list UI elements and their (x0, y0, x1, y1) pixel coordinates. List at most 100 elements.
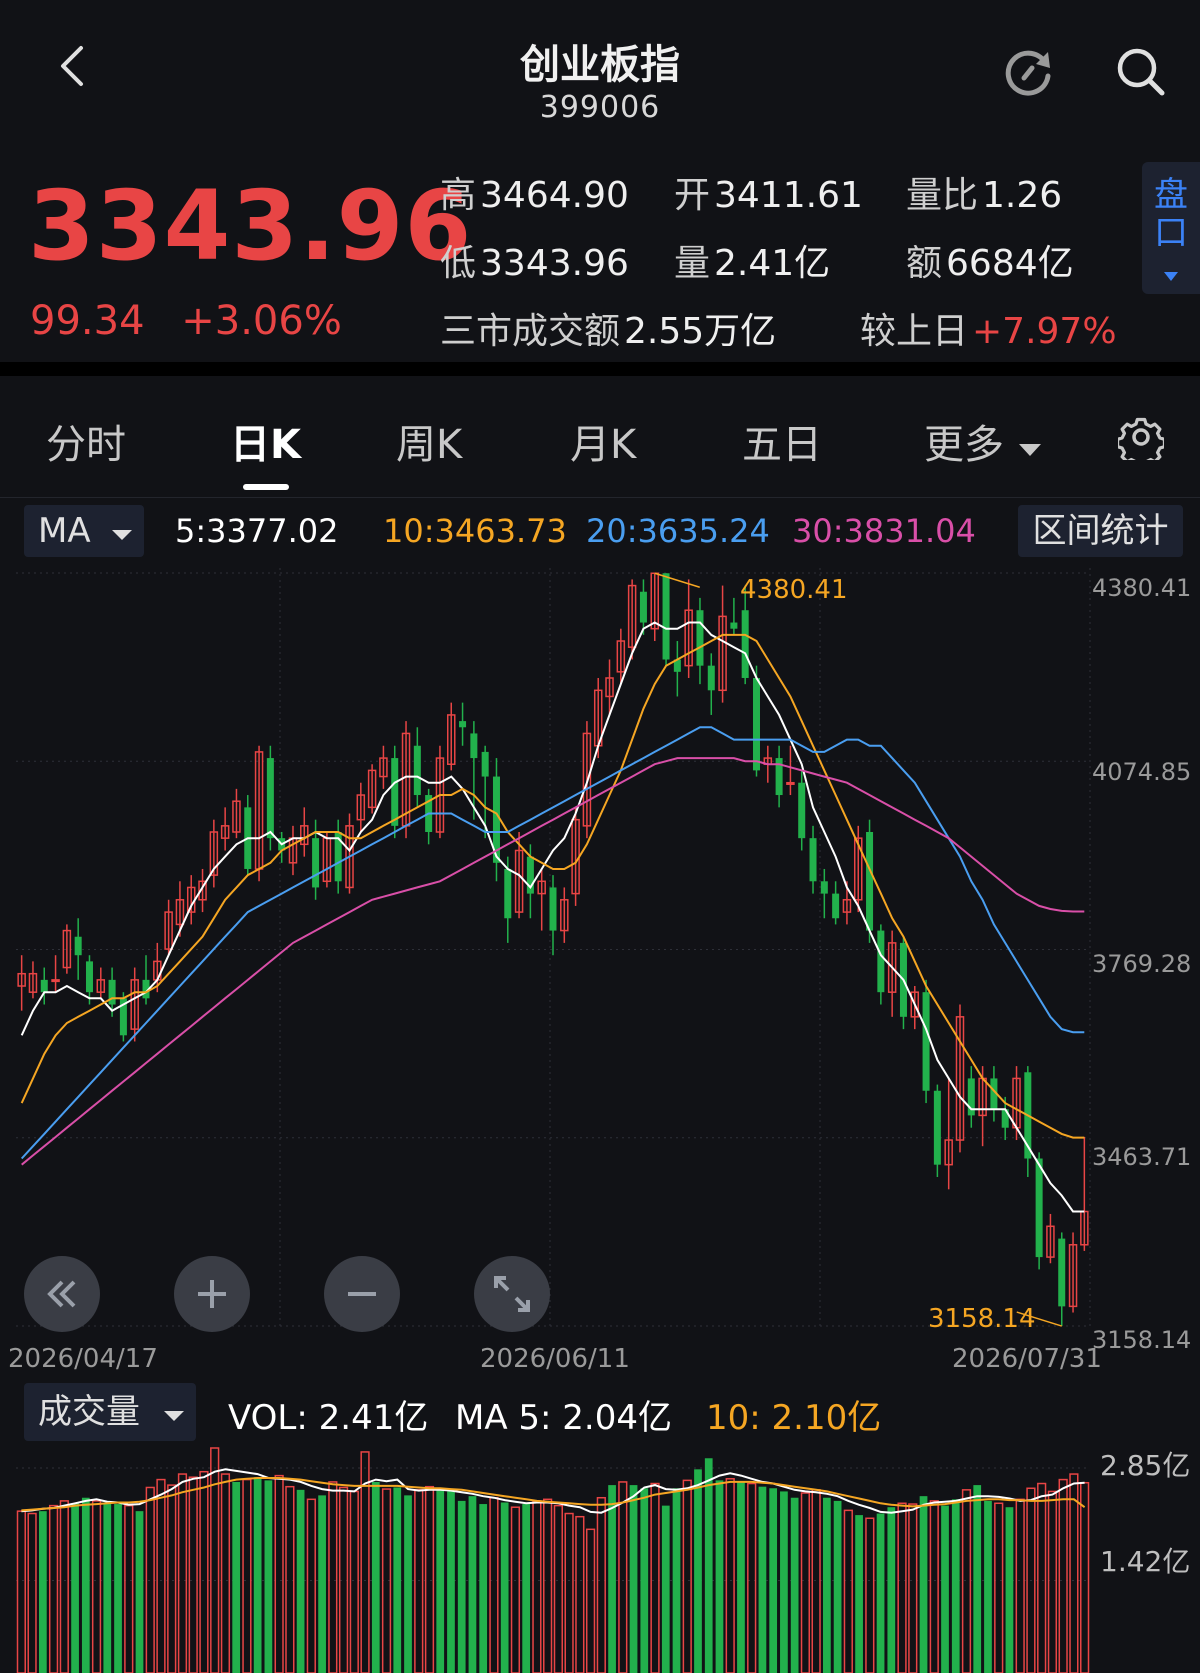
volume-bar (71, 1503, 79, 1673)
candle (786, 781, 795, 785)
volume-bar (424, 1485, 435, 1673)
stat-label: 高 (440, 175, 477, 216)
stat-value: 2.41亿 (714, 243, 831, 284)
volume-bar (608, 1485, 616, 1673)
tab-daily-k[interactable]: 日K (230, 412, 301, 470)
pankou-button[interactable]: 盘口 (1142, 162, 1200, 294)
volume-bar (522, 1504, 531, 1673)
price-change: 99.34 +3.06% (30, 298, 366, 344)
candle (832, 893, 840, 919)
volume-bar (1047, 1490, 1058, 1673)
high-annotation: 4380.41 (740, 575, 848, 605)
volume-bar (585, 1528, 596, 1673)
volume-bar (725, 1478, 735, 1673)
volume-bar (984, 1500, 992, 1673)
x-tick-label: 2026/07/31 (952, 1344, 1102, 1374)
stat-label: 量比 (906, 175, 979, 216)
volume-bar (747, 1482, 757, 1673)
volume-bar (328, 1481, 338, 1673)
candle (730, 622, 738, 629)
volume-bar (640, 1488, 649, 1673)
tab-more[interactable]: 更多 (924, 412, 1043, 470)
refresh-icon[interactable] (1002, 44, 1058, 100)
volume-bar (349, 1490, 359, 1673)
ma-indicator-button[interactable]: MA (24, 505, 144, 557)
ma20-value: 20:3635.24 (586, 512, 770, 550)
rewind-icon (47, 1280, 76, 1308)
fullscreen-button[interactable] (474, 1256, 550, 1332)
tab-weekly-k[interactable]: 周K (396, 412, 462, 470)
volume-bar (897, 1502, 907, 1673)
rewind-button[interactable] (24, 1256, 100, 1332)
zoom-out-icon (348, 1292, 376, 1296)
ma30-value: 30:3831.04 (792, 512, 976, 550)
volume-bar (479, 1504, 488, 1673)
candle (866, 832, 874, 931)
candle (51, 979, 60, 983)
zoom-in-button[interactable] (174, 1256, 250, 1332)
candle (266, 758, 274, 839)
candle (820, 881, 828, 894)
volume-bar (296, 1489, 305, 1673)
stat-open: 开 3411.61 (674, 166, 863, 218)
volume-bar (682, 1479, 692, 1673)
y-tick-label: 3769.28 (1092, 950, 1192, 978)
volume-bar (156, 1478, 166, 1673)
candle (639, 591, 647, 623)
volume-bar (1037, 1482, 1047, 1673)
volume-bar (532, 1500, 542, 1673)
turnover-label: 三市成交额 (440, 311, 621, 352)
ma-button-label: MA (38, 511, 91, 551)
volume-bar (177, 1473, 188, 1673)
volume-bar (114, 1504, 122, 1673)
candle (752, 677, 760, 771)
volume-bar (199, 1470, 209, 1673)
x-tick-label: 2026/04/17 (8, 1344, 158, 1374)
volume-bar (48, 1504, 59, 1673)
volume-bar (306, 1498, 316, 1673)
low-annotation: 3158.14 (928, 1304, 1036, 1334)
zoom-out-button[interactable] (324, 1256, 400, 1332)
volume-bar (704, 1458, 713, 1673)
volume-bar (103, 1503, 112, 1673)
tabs-separator (0, 497, 1200, 498)
stat-amount: 额 6684亿 (906, 234, 1074, 286)
tab-intraday[interactable]: 分时 (46, 412, 126, 470)
volume-bar (457, 1500, 466, 1673)
volume-bar (81, 1497, 90, 1673)
volume-bar (1080, 1481, 1090, 1673)
volume-bar (618, 1481, 628, 1673)
y-tick-label: 4074.85 (1092, 758, 1192, 786)
candlestick-chart[interactable] (0, 568, 1200, 1338)
range-stats-button[interactable]: 区间统计 (1018, 505, 1183, 557)
volume-bar (1005, 1507, 1014, 1673)
dropdown-arrow-icon (112, 530, 133, 540)
stat-high: 高 3464.90 (440, 166, 629, 218)
turnover-value: 2.55万亿 (624, 311, 777, 352)
stat-label: 低 (440, 243, 477, 284)
volume-bar (929, 1500, 939, 1673)
volume-chart[interactable] (0, 1440, 1200, 1673)
stat-volume: 量 2.41亿 (674, 234, 830, 286)
candle (108, 979, 116, 1005)
tab-monthly-k[interactable]: 月K (570, 412, 636, 470)
volume-bar (27, 1512, 37, 1673)
volume-y-tick: 1.42亿 (1100, 1545, 1191, 1578)
candle (413, 745, 421, 796)
search-icon[interactable] (1113, 44, 1167, 98)
candle (707, 665, 715, 691)
volume-ma10-value: 10: 2.10亿 (706, 1398, 882, 1438)
candle (933, 1090, 941, 1165)
tab-five-day[interactable]: 五日 (742, 412, 822, 470)
vs-prev-value: +7.97% (972, 311, 1117, 352)
gear-icon[interactable] (1118, 414, 1164, 460)
volume-bar (876, 1513, 885, 1673)
volume-bar (800, 1492, 811, 1673)
volume-indicator-button[interactable]: 成交量 (24, 1383, 196, 1441)
volume-bar (274, 1474, 284, 1673)
volume-bar (1058, 1478, 1068, 1673)
candle (40, 979, 48, 993)
zoom-in-icon (198, 1280, 226, 1308)
candle (809, 838, 817, 882)
volume-bar (220, 1473, 231, 1673)
